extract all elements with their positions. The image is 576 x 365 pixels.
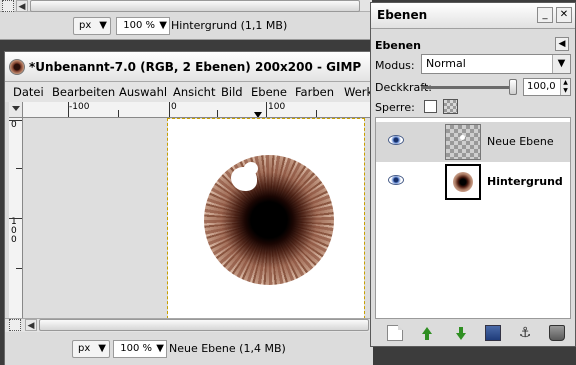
zoom-value: 100 % [120, 343, 152, 354]
opacity-slider-handle[interactable] [509, 79, 517, 95]
menu-farben[interactable]: Farben [295, 85, 334, 99]
spin-arrows-icon[interactable]: ▲ ▼ [560, 79, 570, 95]
mode-label: Modus: [375, 59, 415, 72]
menu-datei[interactable]: Datei [13, 85, 44, 99]
status-text: Hintergrund (1,1 MB) [171, 19, 288, 32]
image-window: *Unbenannt-7.0 (RGB, 2 Ebenen) 200x200 -… [4, 51, 373, 365]
lock-label: Sperre: [375, 101, 415, 114]
vertical-ruler[interactable]: 0 1 0 0 [9, 118, 23, 318]
unit-value: px [78, 343, 91, 354]
opacity-fill [421, 86, 517, 89]
chain-toggle[interactable] [414, 128, 428, 154]
ruler-tick [9, 120, 22, 121]
highlight-shape [231, 162, 258, 191]
zoom-select[interactable]: 100 % ▼ [113, 340, 167, 358]
chevron-down-icon: ▼ [99, 20, 107, 31]
background-image-window: ◀ px ▼ 100 % ▼ Hintergrund (1,1 MB) [0, 0, 372, 40]
ruler-tick [118, 110, 119, 117]
ruler-tick [169, 102, 170, 117]
ruler-label: -100 [69, 102, 90, 112]
ruler-tick [217, 110, 218, 117]
status-bar: px ▼ 100 % ▼ Hintergrund (1,1 MB) [0, 13, 372, 40]
chevron-down-icon: ▼ [156, 343, 164, 354]
chain-toggle[interactable] [414, 168, 428, 194]
opacity-slider[interactable] [421, 79, 517, 95]
menu-werkzeuge[interactable]: Werk [344, 85, 373, 99]
layer-thumbnail [445, 124, 481, 160]
navigate-icon[interactable] [9, 319, 21, 331]
layer-button-bar: ⚓ [375, 321, 571, 345]
menu-ansicht[interactable]: Ansicht [173, 85, 215, 99]
window-title: *Unbenannt-7.0 (RGB, 2 Ebenen) 200x200 -… [29, 60, 362, 74]
window-titlebar[interactable]: *Unbenannt-7.0 (RGB, 2 Ebenen) 200x200 -… [5, 52, 371, 82]
chevron-down-icon: ▼ [552, 55, 570, 73]
layers-titlebar[interactable]: Ebenen _ ✕ [371, 3, 575, 29]
ruler-label: 100 [268, 102, 286, 112]
lock-pixels-checkbox[interactable] [424, 100, 437, 113]
minimize-icon[interactable]: _ [537, 7, 553, 23]
layer-thumbnail [445, 164, 481, 200]
dock-tab-header: Ebenen [375, 39, 421, 52]
menu-bearbeiten[interactable]: Bearbeiten [52, 85, 115, 99]
status-text: Neue Ebene (1,4 MB) [169, 342, 286, 355]
layers-window-title: Ebenen [377, 8, 428, 22]
anchor-layer-icon[interactable]: ⚓ [517, 325, 533, 341]
ruler-tick [266, 102, 267, 117]
layer-row-hintergrund[interactable]: Hintergrund [376, 162, 570, 202]
unit-value: px [79, 20, 92, 31]
image-canvas[interactable] [167, 118, 365, 318]
canvas-area[interactable] [23, 118, 373, 318]
duplicate-layer-icon[interactable] [485, 325, 501, 341]
scroll-thumb[interactable] [30, 0, 360, 12]
mode-select[interactable]: Normal ▼ [421, 54, 571, 74]
gimp-image-icon [9, 59, 25, 75]
quick-mask-menu-button[interactable] [9, 102, 23, 118]
menu-bar: Datei Bearbeiten Auswahl Ansicht Bild Eb… [5, 82, 373, 102]
ruler-label: 0 [171, 102, 177, 112]
ruler-tick [16, 168, 22, 169]
opacity-value: 100,0 [527, 81, 556, 92]
layer-list: Neue Ebene Hintergrund [375, 117, 571, 319]
chevron-down-icon: ▼ [159, 20, 167, 31]
horizontal-ruler[interactable]: -100 0 100 [23, 102, 371, 118]
ruler-label: 0 [11, 120, 17, 130]
menu-bild[interactable]: Bild [221, 85, 243, 99]
menu-auswahl[interactable]: Auswahl [119, 85, 167, 99]
scroll-thumb[interactable] [39, 319, 369, 331]
ruler-tick [9, 218, 22, 219]
tab-menu-icon[interactable]: ◀ [555, 37, 569, 51]
zoom-select[interactable]: 100 % ▼ [116, 17, 170, 35]
iris-drawing [204, 155, 334, 285]
eye-icon[interactable] [388, 135, 404, 145]
close-icon[interactable]: ✕ [556, 7, 572, 23]
layer-row-neue-ebene[interactable]: Neue Ebene [376, 122, 570, 162]
eye-icon[interactable] [388, 175, 404, 185]
mode-value: Normal [426, 57, 466, 70]
scroll-left-arrow[interactable]: ◀ [25, 319, 37, 331]
ruler-label: 0 [11, 235, 17, 245]
raise-layer-icon[interactable] [419, 325, 435, 341]
zoom-value: 100 % [123, 20, 155, 31]
new-layer-icon[interactable] [387, 325, 403, 341]
menu-ebene[interactable]: Ebene [251, 85, 287, 99]
lower-layer-icon[interactable] [453, 325, 469, 341]
delete-layer-icon[interactable] [549, 325, 565, 341]
layer-name: Neue Ebene [487, 135, 554, 148]
horizontal-scrollbar[interactable]: ◀ [0, 0, 372, 12]
scroll-left-arrow[interactable]: ◀ [16, 0, 28, 12]
status-bar: px ▼ 100 % ▼ Neue Ebene (1,4 MB) [5, 332, 373, 365]
unit-select[interactable]: px ▼ [72, 340, 110, 358]
ruler-tick [68, 102, 69, 117]
layer-name: Hintergrund [487, 175, 563, 188]
lock-alpha-icon[interactable] [443, 99, 458, 114]
ruler-tick [16, 268, 22, 269]
opacity-spinbutton[interactable]: 100,0 ▲ ▼ [523, 78, 571, 96]
layers-dialog: Ebenen _ ✕ Ebenen ◀ Modus: Normal ▼ Deck… [370, 2, 576, 347]
horizontal-scrollbar[interactable]: ◀ [5, 318, 373, 332]
navigate-icon[interactable] [2, 0, 14, 12]
chevron-down-icon: ▼ [98, 343, 106, 354]
ruler-tick [316, 110, 317, 117]
unit-select[interactable]: px ▼ [73, 17, 111, 35]
